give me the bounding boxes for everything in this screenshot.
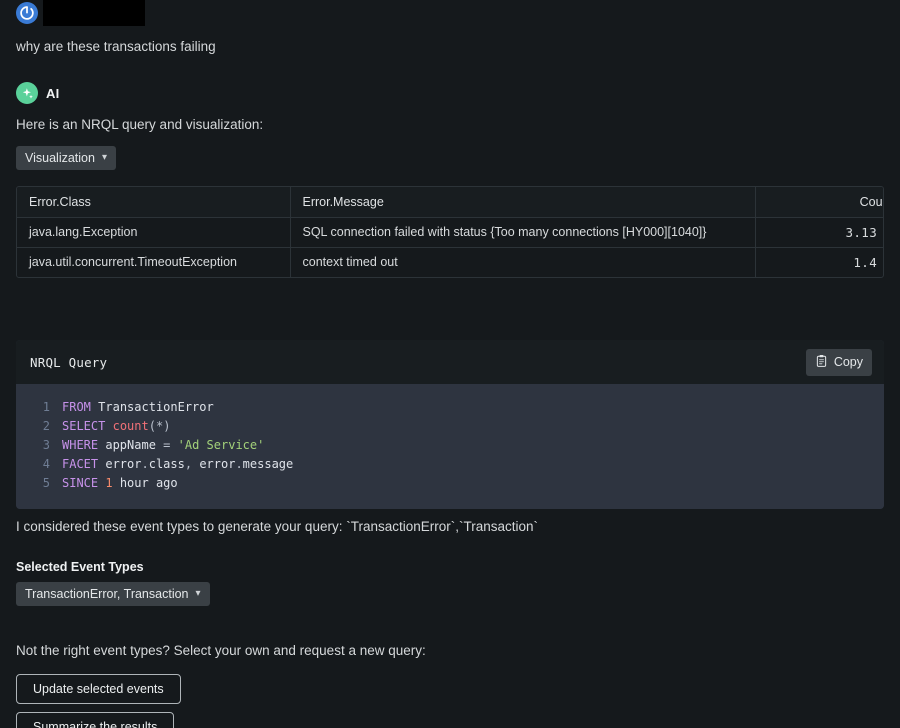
- code-line-content: SELECT count(*): [62, 417, 170, 436]
- selected-event-types-dropdown[interactable]: TransactionError, Transaction ▾: [16, 582, 210, 606]
- code-token-identifier: hour ago: [120, 476, 178, 490]
- code-token-comma: ,: [185, 457, 192, 471]
- visualization-dropdown-row: Visualization ▾: [16, 146, 884, 170]
- cell-count: 3.13 k: [755, 217, 884, 247]
- table-row[interactable]: java.lang.Exception SQL connection faile…: [17, 217, 884, 247]
- results-table-container: Error.Class Error.Message Count java.lan…: [16, 186, 884, 278]
- code-token-keyword: FROM: [62, 400, 91, 414]
- cell-error-class: java.util.concurrent.TimeoutException: [17, 247, 290, 277]
- code-token-paren-close: ): [163, 419, 170, 433]
- clipboard-icon: [815, 354, 828, 371]
- code-token-paren-open: (: [149, 419, 156, 433]
- chevron-down-icon: ▾: [196, 589, 201, 599]
- selected-event-types-row: TransactionError, Transaction ▾: [16, 582, 884, 606]
- code-token-keyword: SELECT: [62, 419, 105, 433]
- update-selected-events-button[interactable]: Update selected events: [16, 674, 181, 704]
- code-line-2: 2 SELECT count(*): [16, 417, 884, 436]
- code-token-number: 1: [105, 476, 112, 490]
- table-row[interactable]: java.util.concurrent.TimeoutException co…: [17, 247, 884, 277]
- selected-event-types-label: Selected Event Types: [16, 560, 884, 574]
- code-token-keyword: SINCE: [62, 476, 98, 490]
- column-header-count[interactable]: Count: [755, 187, 884, 217]
- assistant-intro-text: Here is an NRQL query and visualization:: [16, 116, 884, 134]
- cell-error-message: SQL connection failed with status {Too m…: [290, 217, 755, 247]
- summarize-results-button[interactable]: Summarize the results: [16, 712, 174, 728]
- code-token-dot: .: [141, 457, 148, 471]
- line-number: 5: [16, 474, 62, 493]
- redacted-username-bar: [43, 0, 145, 26]
- newrelic-logo-icon: [16, 2, 38, 24]
- considered-event-types-text: I considered these event types to genera…: [16, 518, 884, 536]
- code-line-content: WHERE appName = 'Ad Service': [62, 436, 264, 455]
- chat-page: why are these transactions failing AI He…: [0, 0, 900, 728]
- copy-button-label: Copy: [834, 355, 863, 369]
- line-number: 3: [16, 436, 62, 455]
- ai-sparkle-icon: [16, 82, 38, 104]
- visualization-dropdown-label: Visualization: [25, 151, 95, 165]
- code-token-operator: =: [163, 438, 170, 452]
- code-line-5: 5 SINCE 1 hour ago: [16, 474, 884, 493]
- code-token-identifier: appName: [105, 438, 156, 452]
- code-line-3: 3 WHERE appName = 'Ad Service': [16, 436, 884, 455]
- line-number: 1: [16, 398, 62, 417]
- code-line-content: SINCE 1 hour ago: [62, 474, 178, 493]
- nrql-code-body[interactable]: 1 FROM TransactionError 2 SELECT count(*…: [16, 384, 884, 509]
- new-query-prompt-text: Not the right event types? Select your o…: [16, 642, 884, 660]
- code-line-content: FROM TransactionError: [62, 398, 214, 417]
- code-token-keyword: WHERE: [62, 438, 98, 452]
- code-line-1: 1 FROM TransactionError: [16, 398, 884, 417]
- assistant-message-header: AI: [16, 82, 884, 104]
- line-number: 2: [16, 417, 62, 436]
- code-token-identifier: error: [105, 457, 141, 471]
- code-token-identifier: class: [149, 457, 185, 471]
- results-table: Error.Class Error.Message Count java.lan…: [17, 187, 884, 277]
- chevron-down-icon: ▾: [102, 153, 107, 163]
- code-token-identifier: message: [243, 457, 294, 471]
- code-token-string: 'Ad Service': [178, 438, 265, 452]
- visualization-dropdown[interactable]: Visualization ▾: [16, 146, 116, 170]
- code-token-keyword: FACET: [62, 457, 98, 471]
- nrql-query-card: NRQL Query Copy 1 FROM TransactionError …: [16, 340, 884, 509]
- footer-section: I considered these event types to genera…: [16, 518, 884, 728]
- cell-error-class: java.lang.Exception: [17, 217, 290, 247]
- cell-count: 1.4 k: [755, 247, 884, 277]
- nrql-card-header: NRQL Query Copy: [16, 340, 884, 384]
- user-message-header: [16, 0, 884, 26]
- nrql-card-title: NRQL Query: [30, 355, 107, 370]
- cell-error-message: context timed out: [290, 247, 755, 277]
- column-header-error-message[interactable]: Error.Message: [290, 187, 755, 217]
- copy-button[interactable]: Copy: [806, 349, 872, 376]
- code-token-identifier: TransactionError: [98, 400, 214, 414]
- table-header-row: Error.Class Error.Message Count: [17, 187, 884, 217]
- code-token-dot: .: [235, 457, 242, 471]
- code-line-content: FACET error.class, error.message: [62, 455, 293, 474]
- assistant-name: AI: [46, 86, 59, 101]
- column-header-error-class[interactable]: Error.Class: [17, 187, 290, 217]
- line-number: 4: [16, 455, 62, 474]
- code-token-function: count: [113, 419, 149, 433]
- selected-event-types-value: TransactionError, Transaction: [25, 587, 189, 601]
- code-token-identifier: error: [199, 457, 235, 471]
- user-message-text: why are these transactions failing: [16, 38, 884, 56]
- code-line-4: 4 FACET error.class, error.message: [16, 455, 884, 474]
